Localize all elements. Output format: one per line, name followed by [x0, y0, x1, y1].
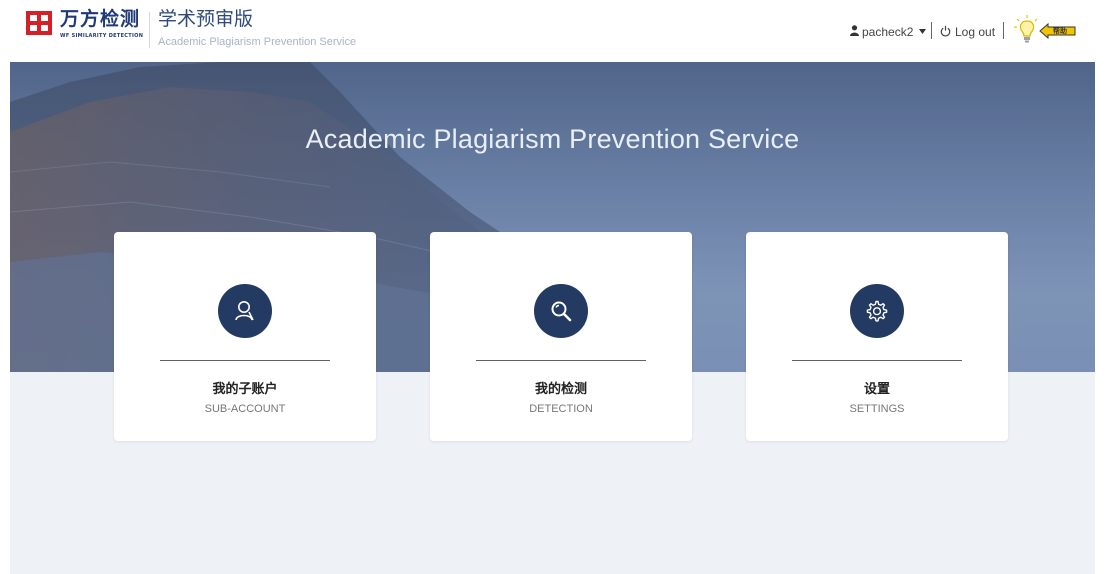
- lightbulb-icon[interactable]: [1012, 14, 1042, 46]
- chevron-down-icon[interactable]: [919, 29, 926, 34]
- gear-icon: [866, 300, 888, 322]
- user-icon: [235, 301, 254, 321]
- card-title: 我的检测: [534, 382, 587, 397]
- card-divider: [160, 360, 330, 361]
- top-header: 万方检测 WF SIMILARITY DETECTION 学术预审版 Acade…: [0, 0, 1105, 62]
- logo-subtext: WF SIMILARITY DETECTION: [60, 33, 144, 39]
- user-icon: [850, 25, 859, 36]
- search-icon: [551, 301, 572, 322]
- card-divider: [792, 360, 962, 361]
- help-label[interactable]: 帮助: [1053, 24, 1067, 38]
- logout-link[interactable]: Log out: [955, 25, 995, 39]
- card-subtitle: DETECTION: [529, 403, 593, 415]
- card-title: 设置: [863, 382, 890, 397]
- card-detection[interactable]: 我的检测 DETECTION: [430, 232, 692, 441]
- card-icon-circle: [534, 284, 588, 338]
- card-subtitle: SETTINGS: [849, 403, 905, 415]
- card-settings[interactable]: 设置 SETTINGS: [746, 232, 1008, 441]
- card-title: 我的子账户: [212, 382, 278, 397]
- card-icon-circle: [850, 284, 904, 338]
- card-sub-account[interactable]: 我的子账户 SUB-ACCOUNT: [114, 232, 376, 441]
- product-subtitle: Academic Plagiarism Prevention Service: [158, 36, 357, 48]
- username-dropdown[interactable]: pacheck2: [862, 25, 913, 39]
- hero-title: Academic Plagiarism Prevention Service: [305, 124, 800, 154]
- card-icon-circle: [218, 284, 272, 338]
- logo-divider: [149, 12, 150, 48]
- logo-mark-icon: [26, 11, 52, 35]
- header-separator: [931, 22, 932, 39]
- card-divider: [476, 360, 646, 361]
- product-title: 学术预审版: [158, 8, 254, 30]
- header-separator: [1003, 22, 1004, 39]
- user-area: pacheck2 Log out 帮助: [805, 0, 1105, 62]
- card-subtitle: SUB-ACCOUNT: [204, 403, 286, 415]
- logo-text[interactable]: 万方检测: [60, 8, 140, 30]
- power-icon[interactable]: [940, 25, 951, 37]
